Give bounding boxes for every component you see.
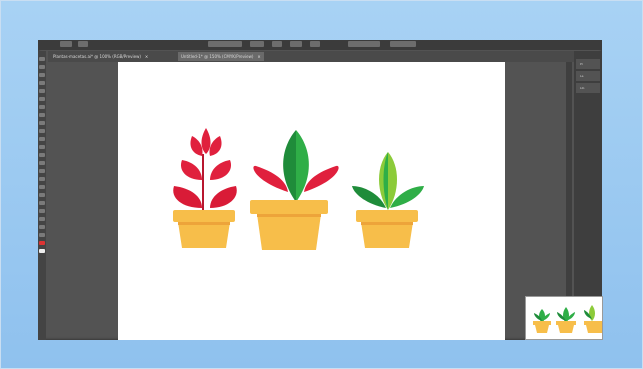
menu-item[interactable] [78, 41, 88, 47]
menu-bar [38, 40, 602, 50]
tab-untitled-1[interactable]: Untitled-1* @ 150% (CMYK/Preview) × [178, 52, 264, 61]
tool-icons[interactable] [39, 169, 45, 173]
tab-label: Untitled-1* @ 150% (CMYK/Preview) [181, 54, 254, 59]
tool-icons[interactable] [39, 201, 45, 205]
tool-icons[interactable] [39, 225, 45, 229]
tool-icons[interactable] [39, 129, 45, 133]
tool-icons[interactable] [39, 65, 45, 69]
tools-panel [38, 51, 46, 340]
thumb-plant-1 [533, 309, 551, 333]
document-tabs: Plantas-macetas.ai* @ 100% (RGB/Preview)… [48, 51, 588, 62]
menu-item[interactable] [208, 41, 242, 47]
tool-icons[interactable] [39, 217, 45, 221]
plants-artwork [173, 128, 424, 250]
tool-icons[interactable] [39, 121, 45, 125]
close-icon[interactable]: × [145, 54, 148, 59]
green-plant [352, 152, 424, 248]
tool-icons[interactable] [39, 193, 45, 197]
dock-panel[interactable]: La [576, 71, 600, 81]
tool-icons[interactable] [39, 153, 45, 157]
red-leaf-plant [173, 128, 237, 248]
menu-item[interactable] [250, 41, 264, 47]
menu-item[interactable] [272, 41, 282, 47]
dock-panel[interactable]: Lib [576, 83, 600, 93]
tool-icons[interactable] [39, 137, 45, 141]
tool-icons[interactable] [39, 89, 45, 93]
menu-item[interactable] [390, 41, 416, 47]
tool-icons[interactable] [39, 105, 45, 109]
menu-item[interactable] [310, 41, 320, 47]
tool-icons[interactable] [39, 113, 45, 117]
close-icon[interactable]: × [257, 54, 260, 59]
menu-item[interactable] [290, 41, 302, 47]
tool-icons[interactable] [39, 81, 45, 85]
stroke-swatch-icon[interactable] [39, 249, 45, 253]
tab-plantas-macetas[interactable]: Plantas-macetas.ai* @ 100% (RGB/Preview)… [50, 52, 151, 61]
illustrator-window: Plantas-macetas.ai* @ 100% (RGB/Preview)… [38, 40, 602, 340]
thumb-plant-3 [584, 305, 602, 333]
tool-icons[interactable] [39, 57, 45, 61]
tool-icons[interactable] [39, 97, 45, 101]
menu-item[interactable] [60, 41, 72, 47]
tool-icons[interactable] [39, 161, 45, 165]
menu-item[interactable] [348, 41, 380, 47]
tool-icons[interactable] [39, 177, 45, 181]
tool-icons[interactable] [39, 233, 45, 237]
thumb-plant-2 [556, 307, 576, 333]
artboard[interactable] [118, 62, 505, 340]
red-green-plant [250, 130, 339, 250]
tool-icons[interactable] [39, 73, 45, 77]
tool-icons[interactable] [39, 209, 45, 213]
dock-panel[interactable]: Pr [576, 59, 600, 69]
tab-label: Plantas-macetas.ai* @ 100% (RGB/Preview) [53, 54, 141, 59]
artwork-thumbnail [525, 296, 603, 340]
fill-swatch-icon[interactable] [39, 241, 45, 245]
tool-icons[interactable] [39, 145, 45, 149]
tool-icons[interactable] [39, 185, 45, 189]
